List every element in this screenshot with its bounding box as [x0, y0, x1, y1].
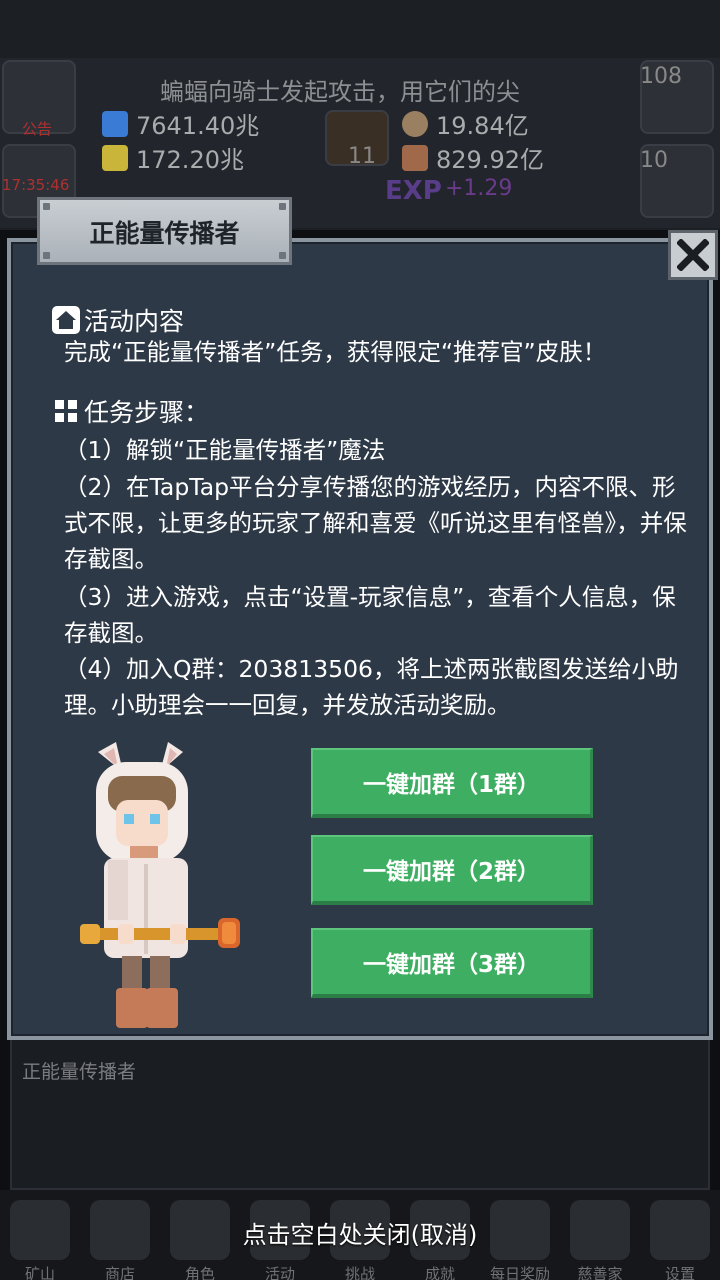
section-title: 任务步骤： — [84, 398, 210, 427]
yellow-potion-icon — [102, 144, 128, 171]
time-label: 17:35:46 — [2, 176, 70, 194]
notice-label: 公告 — [22, 120, 53, 138]
tab-label: 活动 — [264, 1265, 295, 1280]
exp-label: EXP — [385, 176, 442, 206]
resource-blue-potion: 7641.40兆 — [102, 106, 259, 141]
resource-value: 7641.40兆 — [136, 112, 260, 140]
rivet — [43, 203, 50, 210]
dialog-title: 正能量传播者 — [89, 219, 240, 248]
task-step-4: （4）加入Q群：203813506，将上述两张截图发送给小助理。小助理会一一回复… — [64, 655, 679, 719]
blue-potion-icon — [102, 110, 128, 137]
resource-coin: 19.84亿 — [402, 106, 529, 141]
task-step-2: （2）在TapTap平台分享传播您的游戏经历，内容不限、形式不限，让更多的玩家了… — [64, 473, 687, 573]
notice-ticker: 蝙蝠向骑士发起攻击，用它们的尖 — [160, 78, 520, 106]
tab-label: 矿山 — [24, 1265, 55, 1280]
activity-list-item-label[interactable]: 正能量传播者 — [22, 1057, 136, 1084]
task-step-1: （1）解锁“正能量传播者”魔法 — [64, 436, 386, 464]
red-potion-count: 108 — [640, 64, 682, 89]
tab-label: 成就 — [424, 1265, 455, 1280]
tab-label: 挑战 — [344, 1265, 375, 1280]
tab-label: 慈善家 — [577, 1265, 623, 1280]
coin-icon — [402, 110, 428, 137]
meat-icon — [402, 144, 428, 171]
tab-label: 每日奖励 — [489, 1265, 550, 1280]
activity-description: 完成“正能量传播者”任务，获得限定“推荐官”皮肤！ — [64, 338, 607, 366]
section-title: 活动内容 — [84, 307, 185, 336]
tab-label: 商店 — [104, 1265, 135, 1280]
grid-icon — [52, 397, 80, 425]
section-task-steps: 任务步骤： — [52, 393, 209, 429]
rivet — [43, 252, 50, 259]
task-step-3: （3）进入游戏，点击“设置-玩家信息”，查看个人信息，保存截图。 — [64, 583, 676, 647]
join-group-1-button[interactable]: 一键加群（1群） — [311, 748, 593, 818]
tab-label: 角色 — [184, 1265, 215, 1280]
close-hint[interactable]: 点击空白处关闭(取消) — [0, 1215, 720, 1250]
chest-count: 10 — [640, 148, 668, 173]
resource-value: 19.84亿 — [436, 112, 529, 140]
exp-value: +1.29 — [445, 176, 513, 201]
join-group-3-button[interactable]: 一键加群（3群） — [311, 928, 593, 998]
rivet — [279, 252, 286, 259]
close-icon — [677, 239, 709, 271]
activity-list-panel — [10, 1030, 710, 1190]
tab-label: 设置 — [664, 1265, 695, 1280]
resource-meat: 829.92亿 — [402, 140, 544, 175]
section-activity-content: 活动内容 — [52, 302, 184, 338]
resource-value: 829.92亿 — [436, 146, 544, 174]
rivet — [279, 203, 286, 210]
book-count: 11 — [348, 144, 376, 169]
home-icon — [52, 306, 80, 334]
resource-value: 172.20兆 — [136, 146, 244, 174]
dialog-title-tab: 正能量传播者 — [37, 197, 292, 265]
close-button[interactable] — [668, 230, 718, 280]
join-group-2-button[interactable]: 一键加群（2群） — [311, 835, 593, 905]
recommender-skin-character — [80, 742, 240, 1028]
resource-yellow-potion: 172.20兆 — [102, 140, 244, 175]
